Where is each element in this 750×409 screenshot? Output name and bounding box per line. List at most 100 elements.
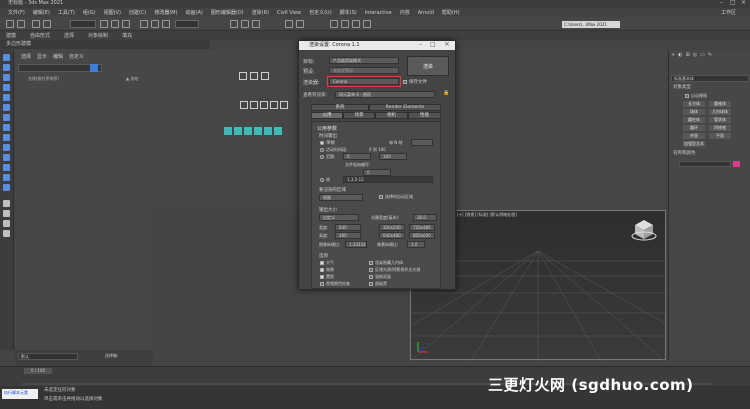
motion-tab-icon[interactable]: ◎ [693,52,697,60]
invert-display-icon[interactable] [3,220,10,227]
menu-rendering[interactable]: 渲染(R) [252,9,269,16]
displacement-checkbox[interactable] [320,275,324,279]
redo-icon[interactable] [17,20,25,28]
size-preset-4[interactable]: 800x600 [409,232,435,239]
active-segment-radio[interactable] [320,148,324,152]
lock-icon[interactable]: 🔒 [443,91,449,96]
sphere-button[interactable]: 球体 [683,109,705,115]
render-setup-icon[interactable] [224,127,232,135]
force-2sided-checkbox[interactable] [369,275,373,279]
mirror-icon[interactable] [285,20,293,28]
ribbon-tab-selection[interactable]: 选择 [64,32,74,39]
object-category-dropdown[interactable]: 标准基本体 [671,75,749,82]
area-lights-checkbox[interactable] [369,268,373,272]
tab-performance[interactable]: 性能 [408,112,441,119]
display-hidden-icon[interactable] [3,184,10,191]
modify-tab-icon[interactable]: ◐ [678,52,682,60]
display-containers-icon[interactable] [3,164,10,171]
super-black-checkbox[interactable] [369,282,373,286]
environment-icon[interactable] [274,127,282,135]
render-button[interactable]: 渲染 [407,56,449,76]
move-icon[interactable] [140,20,148,28]
material-icon[interactable] [264,127,272,135]
display-objects-icon[interactable] [3,64,10,71]
atmospherics-checkbox[interactable] [320,261,324,265]
image-aspect-input[interactable]: 1.33333 [345,241,367,248]
geosphere-button[interactable]: 几何球体 [709,109,731,115]
range-to-input[interactable]: 100 [379,153,407,160]
pyramid-button[interactable]: 四棱锥 [709,125,731,131]
menu-civil-view[interactable]: Civil View [277,10,301,16]
display-none-icon[interactable] [3,210,10,217]
display-spacewarps-icon[interactable] [3,124,10,131]
tab-scene[interactable]: 场景 [343,112,375,119]
dialog-maximize-button[interactable]: □ [430,42,436,48]
viewcube-icon[interactable] [631,217,657,243]
filter-icon[interactable] [90,64,98,72]
height-input[interactable]: 480 [335,232,361,239]
percent-snap-icon[interactable] [252,20,260,28]
box-button[interactable]: 长方体 [683,101,705,107]
unlink-icon[interactable] [43,20,51,28]
light-icon[interactable] [244,127,252,135]
render-hidden-checkbox[interactable] [369,261,373,265]
menu-animation[interactable]: 动画(A) [186,9,203,16]
display-frozen-icon[interactable] [3,174,10,181]
snap-icon[interactable] [230,20,238,28]
aperture-input[interactable]: 36.0 [413,214,437,221]
close-button[interactable]: × [741,0,746,6]
output-size-dropdown[interactable]: 自定义 [319,214,359,221]
clone-icon[interactable] [280,101,288,109]
scene-explorer-icon[interactable] [261,72,269,80]
display-all-icon[interactable] [3,200,10,207]
menu-file[interactable]: 文件(F) [8,9,25,16]
hierarchy-tab-icon[interactable]: ⊞ [686,52,690,60]
every-nth-input[interactable] [411,139,433,146]
size-preset-1[interactable]: 320x240 [379,224,405,231]
area-dropdown[interactable]: 视图 [319,194,363,201]
size-preset-2[interactable]: 720x486 [409,224,435,231]
material-editor-icon[interactable] [330,20,338,28]
undo-icon[interactable] [6,20,14,28]
maxscript-listener[interactable]: 执行脚本元素 [2,389,38,399]
display-tab-icon[interactable]: ▭ [700,52,705,60]
select-by-name-icon[interactable] [111,20,119,28]
menu-group[interactable]: 组(G) [83,9,96,16]
renderer-dropdown[interactable]: Corona [329,78,399,85]
menu-view[interactable]: 视图(V) [104,9,121,16]
display-helpers-icon[interactable] [3,114,10,121]
ribbon-tab-modeling[interactable]: 建模 [6,32,16,39]
rect-select-icon[interactable] [122,20,130,28]
cone-button[interactable]: 圆锥体 [709,101,731,107]
rotate-icon[interactable] [151,20,159,28]
time-slider[interactable]: 0 / 100 [24,368,52,374]
spacing-icon[interactable] [260,101,268,109]
layer-dropdown[interactable]: 默认 [18,353,78,360]
layer-explorer-icon[interactable] [250,72,258,80]
tab-render-elements[interactable]: Render Elements [369,104,441,111]
ribbon-tab-freeform[interactable]: 自由形式 [30,32,50,39]
scene-tab-select[interactable]: 选择 [21,53,31,60]
textplus-button[interactable]: 加强型文本 [683,141,705,147]
save-file-checkbox[interactable] [403,80,407,84]
angle-snap-icon[interactable] [241,20,249,28]
object-color-swatch[interactable] [733,161,740,167]
menu-customize[interactable]: 自定义(U) [309,9,332,16]
ribbon-tab-object-paint[interactable]: 对象绘制 [88,32,108,39]
video-color-check-checkbox[interactable] [320,282,324,286]
dialog-close-button[interactable]: × [444,41,450,48]
frames-input[interactable]: 1,3,5-12 [343,176,433,183]
scene-tab-customize[interactable]: 自定义 [69,53,84,60]
align-icon[interactable] [239,72,247,80]
width-input[interactable]: 640 [335,224,361,231]
display-xrefs-icon[interactable] [3,144,10,151]
menu-arnold[interactable]: Arnold [418,10,434,16]
select-icon[interactable] [100,20,108,28]
dialog-minimize-button[interactable]: – [419,42,422,48]
cylinder-button[interactable]: 圆柱体 [683,117,705,123]
menu-interactive[interactable]: Interactive [365,10,392,16]
auto-region-checkbox[interactable] [379,195,383,199]
display-cameras-icon[interactable] [3,104,10,111]
scene-tab-edit[interactable]: 编辑 [53,53,63,60]
size-preset-3[interactable]: 640x480 [379,232,405,239]
